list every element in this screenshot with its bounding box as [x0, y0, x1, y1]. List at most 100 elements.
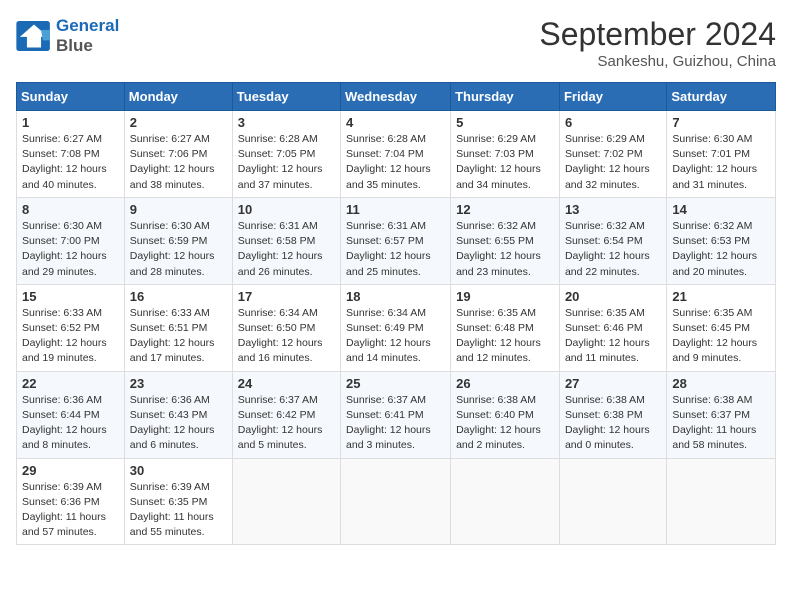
col-header-monday: Monday — [124, 83, 232, 111]
day-cell — [451, 458, 560, 545]
day-info: Sunrise: 6:30 AMSunset: 7:00 PMDaylight:… — [22, 219, 119, 280]
day-number: 2 — [130, 115, 227, 130]
day-number: 28 — [672, 376, 770, 391]
day-info: Sunrise: 6:30 AMSunset: 6:59 PMDaylight:… — [130, 219, 227, 280]
day-info: Sunrise: 6:28 AMSunset: 7:05 PMDaylight:… — [238, 132, 335, 193]
day-cell: 12 Sunrise: 6:32 AMSunset: 6:55 PMDayligh… — [451, 197, 560, 284]
day-info: Sunrise: 6:30 AMSunset: 7:01 PMDaylight:… — [672, 132, 770, 193]
title-block: September 2024 Sankeshu, Guizhou, China — [539, 16, 776, 70]
day-number: 27 — [565, 376, 661, 391]
day-info: Sunrise: 6:29 AMSunset: 7:03 PMDaylight:… — [456, 132, 554, 193]
day-info: Sunrise: 6:27 AMSunset: 7:08 PMDaylight:… — [22, 132, 119, 193]
col-header-tuesday: Tuesday — [232, 83, 340, 111]
day-info: Sunrise: 6:34 AMSunset: 6:49 PMDaylight:… — [346, 306, 445, 367]
day-info: Sunrise: 6:39 AMSunset: 6:36 PMDaylight:… — [22, 480, 119, 541]
day-number: 21 — [672, 289, 770, 304]
day-cell: 4 Sunrise: 6:28 AMSunset: 7:04 PMDaylight… — [341, 111, 451, 198]
day-info: Sunrise: 6:35 AMSunset: 6:48 PMDaylight:… — [456, 306, 554, 367]
day-number: 29 — [22, 463, 119, 478]
day-cell: 29 Sunrise: 6:39 AMSunset: 6:36 PMDayligh… — [17, 458, 125, 545]
day-cell: 9 Sunrise: 6:30 AMSunset: 6:59 PMDaylight… — [124, 197, 232, 284]
col-header-sunday: Sunday — [17, 83, 125, 111]
day-number: 9 — [130, 202, 227, 217]
day-cell: 28 Sunrise: 6:38 AMSunset: 6:37 PMDayligh… — [667, 371, 776, 458]
day-cell: 19Sunrise: 6:35 AMSunset: 6:48 PMDayligh… — [451, 284, 560, 371]
day-cell: 2Sunrise: 6:27 AMSunset: 7:06 PMDaylight… — [124, 111, 232, 198]
day-cell: 23 Sunrise: 6:36 AMSunset: 6:43 PMDayligh… — [124, 371, 232, 458]
day-cell: 14Sunrise: 6:32 AMSunset: 6:53 PMDayligh… — [667, 197, 776, 284]
day-cell: 30 Sunrise: 6:39 AMSunset: 6:35 PMDayligh… — [124, 458, 232, 545]
day-number: 16 — [130, 289, 227, 304]
day-number: 7 — [672, 115, 770, 130]
day-number: 26 — [456, 376, 554, 391]
day-cell: 17 Sunrise: 6:34 AMSunset: 6:50 PMDayligh… — [232, 284, 340, 371]
day-number: 24 — [238, 376, 335, 391]
day-number: 17 — [238, 289, 335, 304]
day-info: Sunrise: 6:32 AMSunset: 6:53 PMDaylight:… — [672, 219, 770, 280]
calendar-header-row: SundayMondayTuesdayWednesdayThursdayFrid… — [17, 83, 776, 111]
day-cell: 18 Sunrise: 6:34 AMSunset: 6:49 PMDayligh… — [341, 284, 451, 371]
day-cell: 20 Sunrise: 6:35 AMSunset: 6:46 PMDayligh… — [559, 284, 666, 371]
day-info: Sunrise: 6:36 AMSunset: 6:43 PMDaylight:… — [130, 393, 227, 454]
day-number: 12 — [456, 202, 554, 217]
logo-icon — [16, 21, 52, 51]
day-info: Sunrise: 6:33 AMSunset: 6:51 PMDaylight:… — [130, 306, 227, 367]
day-info: Sunrise: 6:38 AMSunset: 6:38 PMDaylight:… — [565, 393, 661, 454]
col-header-thursday: Thursday — [451, 83, 560, 111]
day-info: Sunrise: 6:37 AMSunset: 6:42 PMDaylight:… — [238, 393, 335, 454]
day-cell — [667, 458, 776, 545]
day-info: Sunrise: 6:32 AMSunset: 6:55 PMDaylight:… — [456, 219, 554, 280]
calendar-table: SundayMondayTuesdayWednesdayThursdayFrid… — [16, 82, 776, 545]
day-info: Sunrise: 6:28 AMSunset: 7:04 PMDaylight:… — [346, 132, 445, 193]
col-header-saturday: Saturday — [667, 83, 776, 111]
day-cell: 5 Sunrise: 6:29 AMSunset: 7:03 PMDaylight… — [451, 111, 560, 198]
day-cell: 13 Sunrise: 6:32 AMSunset: 6:54 PMDayligh… — [559, 197, 666, 284]
day-number: 13 — [565, 202, 661, 217]
day-number: 1 — [22, 115, 119, 130]
page-header: General Blue September 2024 Sankeshu, Gu… — [16, 16, 776, 70]
day-number: 4 — [346, 115, 445, 130]
day-info: Sunrise: 6:37 AMSunset: 6:41 PMDaylight:… — [346, 393, 445, 454]
day-info: Sunrise: 6:38 AMSunset: 6:37 PMDaylight:… — [672, 393, 770, 454]
day-cell: 25 Sunrise: 6:37 AMSunset: 6:41 PMDayligh… — [341, 371, 451, 458]
location: Sankeshu, Guizhou, China — [539, 53, 776, 70]
week-row-2: 8 Sunrise: 6:30 AMSunset: 7:00 PMDaylight… — [17, 197, 776, 284]
day-cell: 27 Sunrise: 6:38 AMSunset: 6:38 PMDayligh… — [559, 371, 666, 458]
day-number: 15 — [22, 289, 119, 304]
day-cell — [232, 458, 340, 545]
day-cell: 26Sunrise: 6:38 AMSunset: 6:40 PMDayligh… — [451, 371, 560, 458]
day-cell: 15 Sunrise: 6:33 AMSunset: 6:52 PMDayligh… — [17, 284, 125, 371]
day-number: 25 — [346, 376, 445, 391]
day-number: 3 — [238, 115, 335, 130]
logo-text: General Blue — [56, 16, 119, 56]
day-number: 8 — [22, 202, 119, 217]
day-info: Sunrise: 6:33 AMSunset: 6:52 PMDaylight:… — [22, 306, 119, 367]
day-number: 20 — [565, 289, 661, 304]
day-number: 22 — [22, 376, 119, 391]
day-number: 18 — [346, 289, 445, 304]
logo: General Blue — [16, 16, 119, 56]
day-number: 23 — [130, 376, 227, 391]
day-info: Sunrise: 6:39 AMSunset: 6:35 PMDaylight:… — [130, 480, 227, 541]
week-row-1: 1 Sunrise: 6:27 AMSunset: 7:08 PMDaylight… — [17, 111, 776, 198]
day-cell: 22 Sunrise: 6:36 AMSunset: 6:44 PMDayligh… — [17, 371, 125, 458]
day-cell: 16 Sunrise: 6:33 AMSunset: 6:51 PMDayligh… — [124, 284, 232, 371]
day-cell — [559, 458, 666, 545]
day-cell: 24 Sunrise: 6:37 AMSunset: 6:42 PMDayligh… — [232, 371, 340, 458]
week-row-4: 22 Sunrise: 6:36 AMSunset: 6:44 PMDayligh… — [17, 371, 776, 458]
day-info: Sunrise: 6:36 AMSunset: 6:44 PMDaylight:… — [22, 393, 119, 454]
day-cell — [341, 458, 451, 545]
day-info: Sunrise: 6:34 AMSunset: 6:50 PMDaylight:… — [238, 306, 335, 367]
day-info: Sunrise: 6:35 AMSunset: 6:45 PMDaylight:… — [672, 306, 770, 367]
day-cell: 6Sunrise: 6:29 AMSunset: 7:02 PMDaylight… — [559, 111, 666, 198]
day-number: 5 — [456, 115, 554, 130]
day-info: Sunrise: 6:32 AMSunset: 6:54 PMDaylight:… — [565, 219, 661, 280]
day-cell: 3 Sunrise: 6:28 AMSunset: 7:05 PMDaylight… — [232, 111, 340, 198]
day-cell: 8 Sunrise: 6:30 AMSunset: 7:00 PMDaylight… — [17, 197, 125, 284]
day-info: Sunrise: 6:35 AMSunset: 6:46 PMDaylight:… — [565, 306, 661, 367]
day-info: Sunrise: 6:31 AMSunset: 6:57 PMDaylight:… — [346, 219, 445, 280]
day-number: 10 — [238, 202, 335, 217]
day-cell: 10 Sunrise: 6:31 AMSunset: 6:58 PMDayligh… — [232, 197, 340, 284]
day-info: Sunrise: 6:31 AMSunset: 6:58 PMDaylight:… — [238, 219, 335, 280]
day-number: 30 — [130, 463, 227, 478]
